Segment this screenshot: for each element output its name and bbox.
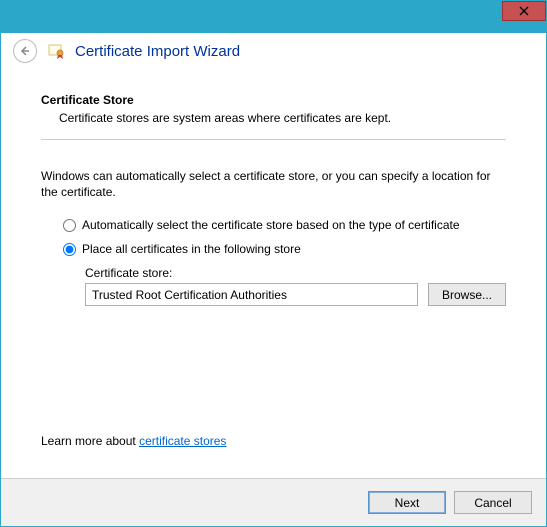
instructions-text: Windows can automatically select a certi… [41,168,506,200]
close-button[interactable] [502,1,546,21]
browse-button[interactable]: Browse... [428,283,506,306]
store-row: Browse... [85,283,506,306]
learn-more-link[interactable]: certificate stores [139,434,226,448]
radio-auto[interactable]: Automatically select the certificate sto… [63,218,506,232]
wizard-title: Certificate Import Wizard [75,43,240,60]
close-icon [519,6,529,16]
wizard-window: Certificate Import Wizard Certificate St… [0,0,547,527]
radio-manual-input[interactable] [63,243,76,256]
learn-more: Learn more about certificate stores [41,434,226,448]
cancel-button[interactable]: Cancel [454,491,532,514]
certificate-icon [47,42,65,60]
learn-more-prefix: Learn more about [41,434,139,448]
next-button[interactable]: Next [368,491,446,514]
wizard-footer: Next Cancel [1,478,546,526]
section-heading: Certificate Store [41,93,506,107]
radio-group: Automatically select the certificate sto… [63,218,506,256]
section-description: Certificate stores are system areas wher… [59,111,506,125]
store-input[interactable] [85,283,418,306]
back-button[interactable] [13,39,37,63]
divider [41,139,506,140]
back-arrow-icon [18,44,32,58]
radio-manual[interactable]: Place all certificates in the following … [63,242,506,256]
wizard-header: Certificate Import Wizard [1,33,546,75]
radio-manual-label: Place all certificates in the following … [82,242,301,256]
titlebar-border [1,1,546,8]
wizard-content: Certificate Store Certificate stores are… [1,75,546,306]
titlebar [1,8,546,33]
store-field-label: Certificate store: [85,266,506,280]
radio-auto-input[interactable] [63,219,76,232]
radio-auto-label: Automatically select the certificate sto… [82,218,460,232]
